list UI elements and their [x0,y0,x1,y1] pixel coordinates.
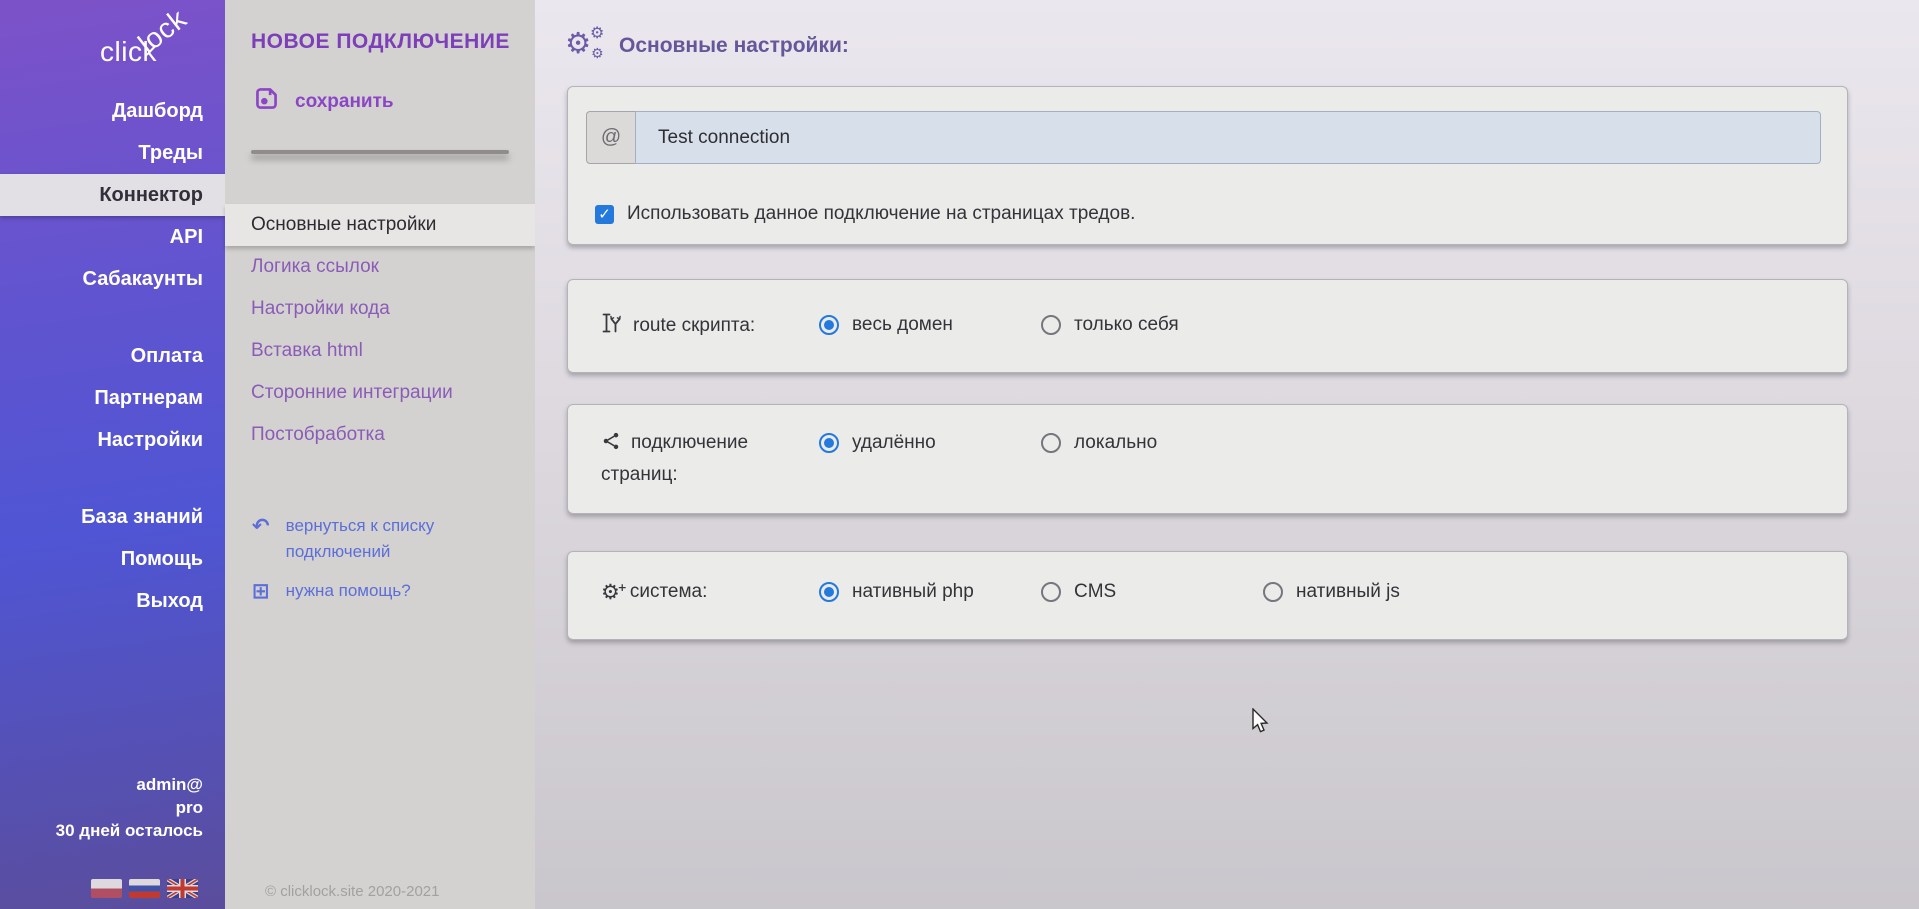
help-link-label: нужна помощь? [286,578,471,604]
menu-item-basic-settings[interactable]: Основные настройки [225,204,535,246]
checkbox-label: Использовать данное подключение на стран… [627,203,1135,225]
radio-selected-icon[interactable] [819,433,839,453]
help-box-plus-icon: ⊞ [252,578,270,604]
user-days-left: 30 дней осталось [56,819,203,842]
radio-selected-icon[interactable] [819,582,839,602]
radio-option-only-self[interactable]: только себя [1041,311,1263,339]
radio-unselected-icon[interactable] [1041,582,1061,602]
nav-group-gap [0,300,225,335]
radio-option-remote[interactable]: удалённо [819,429,1041,457]
gears-icon: ⚙ ⚙ ⚙ [565,28,607,64]
sidebar-item-dashboard[interactable]: Дашборд [0,90,225,132]
radio-option-native-php[interactable]: нативный php [819,578,1041,606]
page-connection-row: подключение страниц: удалённо локально [568,405,1847,489]
sidebar-item-api[interactable]: API [0,216,225,258]
back-link-label: вернуться к списку подключений [286,513,471,565]
page-title: Основные настройки: [619,34,849,58]
connection-name-row: @ [586,111,1821,164]
copyright-footer: © clicklock.site 2020-2021 [265,883,439,900]
radio-option-native-js[interactable]: нативный js [1263,578,1485,606]
sidebar-item-help[interactable]: Помощь [0,538,225,580]
script-route-row: route скрипта: весь домен только себя [568,280,1847,344]
radio-label: удалённо [852,432,936,454]
main-content: ⚙ ⚙ ⚙ Основные настройки: @ Использовать… [535,0,1919,909]
sidebar-nav: Дашборд Треды Коннектор API Сабакаунты О… [0,90,225,622]
connection-settings-menu: Основные настройки Логика ссылок Настрой… [225,204,535,456]
menu-item-link-logic[interactable]: Логика ссылок [225,246,535,288]
radio-label: только себя [1074,314,1179,336]
system-card: ⚙+система: нативный php CMS нативный js [567,551,1848,640]
need-help-link[interactable]: ⊞ нужна помощь? [252,578,502,604]
nav-group-gap [0,461,225,496]
radio-option-local[interactable]: локально [1041,429,1263,457]
radio-option-whole-domain[interactable]: весь домен [819,311,1041,339]
radio-label: CMS [1074,581,1116,603]
script-route-label: route скрипта: [601,311,819,344]
save-icon [252,84,281,119]
radio-unselected-icon[interactable] [1041,433,1061,453]
use-on-threads-option[interactable]: Использовать данное подключение на стран… [595,203,1135,225]
back-to-connections-link[interactable]: ↶ вернуться к списку подключений [252,513,502,565]
sidebar-item-logout[interactable]: Выход [0,580,225,622]
radio-option-cms[interactable]: CMS [1041,578,1263,606]
share-icon [601,430,621,461]
radio-label: нативный js [1296,581,1400,603]
russia-flag-icon[interactable] [129,879,160,898]
language-switcher [91,879,198,898]
connection-name-input[interactable] [635,111,1821,164]
system-label: ⚙+система: [601,578,819,606]
sidebar-item-payment[interactable]: Оплата [0,335,225,377]
clicklock-logo[interactable]: click lock [100,12,220,74]
page-connection-card: подключение страниц: удалённо локально [567,404,1848,514]
gear-sparkle-icon: ⚙+ [601,580,620,604]
panel-links: ↶ вернуться к списку подключений ⊞ нужна… [252,513,502,617]
sidebar: click lock Дашборд Треды Коннектор API С… [0,0,225,909]
sidebar-item-subaccounts[interactable]: Сабакаунты [0,258,225,300]
page-connection-label: подключение страниц: [601,429,819,489]
poland-flag-icon[interactable] [91,879,122,898]
uk-flag-icon[interactable] [167,879,198,898]
sidebar-item-threads[interactable]: Треды [0,132,225,174]
at-sign-icon: @ [586,111,635,164]
panel-title: НОВОЕ ПОДКЛЮЧЕНИЕ [251,30,510,54]
route-icon [601,311,623,344]
sidebar-item-partners[interactable]: Партнерам [0,377,225,419]
sidebar-item-settings[interactable]: Настройки [0,419,225,461]
connection-panel: НОВОЕ ПОДКЛЮЧЕНИЕ сохранить Основные нас… [225,0,535,909]
radio-label: нативный php [852,581,974,603]
script-route-card: route скрипта: весь домен только себя [567,279,1848,373]
checkbox-checked-icon[interactable] [595,205,614,224]
menu-item-html-insert[interactable]: Вставка html [225,330,535,372]
user-info: admin@ pro 30 дней осталось [56,773,203,842]
menu-item-third-party-integrations[interactable]: Сторонние интеграции [225,372,535,414]
radio-unselected-icon[interactable] [1041,315,1061,335]
menu-item-postprocessing[interactable]: Постобработка [225,414,535,456]
user-name: admin@ [56,773,203,796]
sidebar-item-connector[interactable]: Коннектор [0,174,225,216]
save-button-label: сохранить [295,91,394,113]
radio-unselected-icon[interactable] [1263,582,1283,602]
save-button[interactable]: сохранить [252,84,394,119]
radio-label: локально [1074,432,1157,454]
user-plan: pro [56,796,203,819]
radio-label: весь домен [852,314,953,336]
connection-name-card: @ Использовать данное подключение на стр… [567,86,1848,245]
section-divider [251,150,509,154]
menu-item-code-settings[interactable]: Настройки кода [225,288,535,330]
system-row: ⚙+система: нативный php CMS нативный js [568,552,1847,606]
page-title-row: ⚙ ⚙ ⚙ Основные настройки: [565,28,849,64]
undo-arrow-icon: ↶ [252,513,270,565]
sidebar-item-knowledge-base[interactable]: База знаний [0,496,225,538]
radio-selected-icon[interactable] [819,315,839,335]
